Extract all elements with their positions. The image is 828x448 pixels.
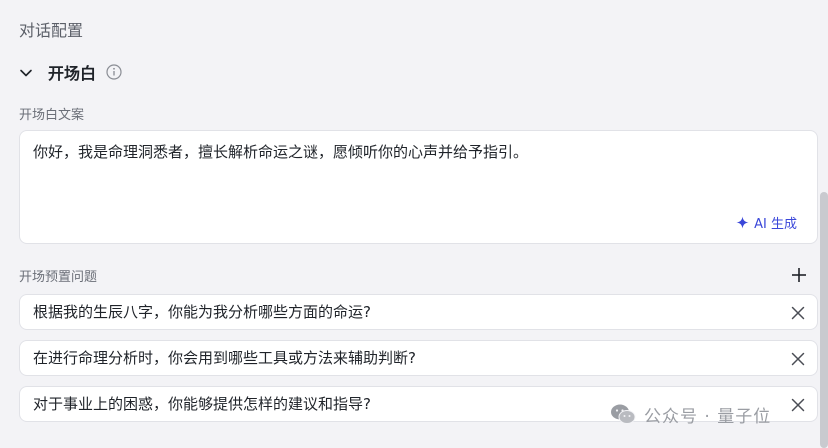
preset-questions-label: 开场预置问题 [19,270,98,285]
opening-text-label: 开场白文案 [19,108,85,123]
close-icon[interactable] [791,397,805,412]
opening-collapse-header[interactable]: 开场白 [19,61,122,83]
opening-title: 开场白 [48,64,97,83]
plus-icon[interactable] [790,266,808,284]
sparkle-icon [736,216,749,229]
opening-text-value[interactable]: 你好，我是命理洞悉者，擅长解析命运之谜，愿倾听你的心声并给予指引。 [33,141,528,163]
ai-generate-button[interactable]: AI 生成 [736,213,797,232]
watermark: 公众号 · 量子位 [610,401,771,427]
close-icon[interactable] [791,305,805,320]
opening-text-field[interactable]: 你好，我是命理洞悉者，擅长解析命运之谜，愿倾听你的心声并给予指引。 AI 生成 [19,130,818,244]
chevron-down-icon[interactable] [19,65,33,79]
ai-generate-label: AI 生成 [754,217,797,232]
watermark-text: 公众号 · 量子位 [644,406,772,427]
close-icon[interactable] [791,351,805,366]
wechat-icon [611,404,636,424]
preset-question-row[interactable]: 在进行命理分析时，你会用到哪些工具或方法来辅助判断? [19,340,818,376]
preset-question-text[interactable]: 根据我的生辰八字，你能为我分析哪些方面的命运? [33,302,371,322]
preset-question-row[interactable]: 根据我的生辰八字，你能为我分析哪些方面的命运? [19,294,818,330]
section-title: 对话配置 [19,21,84,40]
preset-question-text[interactable]: 对于事业上的困惑，你能够提供怎样的建议和指导? [33,394,371,414]
scrollbar[interactable] [820,192,828,448]
preset-question-text[interactable]: 在进行命理分析时，你会用到哪些工具或方法来辅助判断? [33,348,416,368]
info-icon[interactable] [106,64,122,80]
